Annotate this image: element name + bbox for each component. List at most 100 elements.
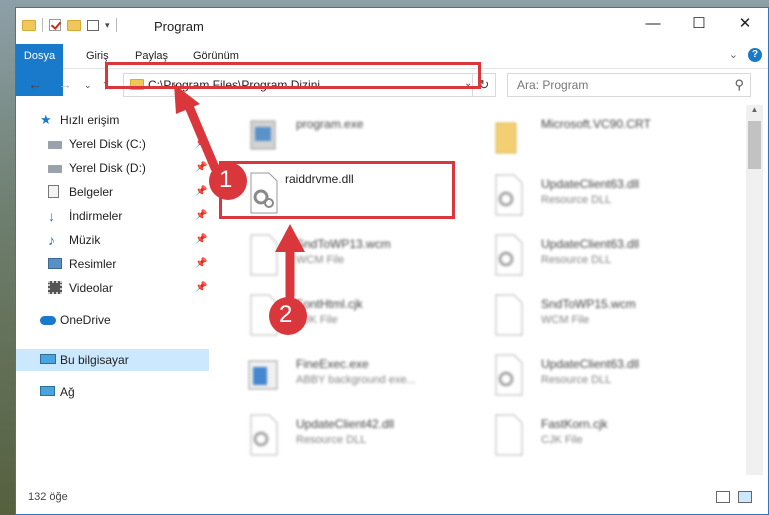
- sidebar-item-quick-access[interactable]: ★ Hızlı erişim: [16, 109, 209, 131]
- folder-icon: [22, 19, 36, 31]
- exe-file-icon: [248, 360, 278, 390]
- dll-file-icon: [495, 234, 523, 276]
- file-name: Microsoft.VC90.CRT: [541, 117, 651, 131]
- file-icon: [495, 414, 523, 456]
- file-name: UpdateClient63.dll: [541, 237, 640, 251]
- folder-icon: [495, 122, 517, 154]
- download-icon: ↓: [48, 208, 55, 224]
- pin-icon[interactable]: 📌: [195, 181, 207, 203]
- search-input[interactable]: Ara: Program ⚲: [507, 73, 751, 97]
- list-item[interactable]: UpdateClient63.dll Resource DLL: [466, 349, 696, 401]
- pin-icon[interactable]: 📌: [195, 229, 207, 251]
- maximize-button[interactable]: ☐: [676, 8, 722, 38]
- list-item[interactable]: FontHtml.cjk CJK File: [221, 289, 451, 341]
- sidebar-item-network[interactable]: Ağ: [16, 381, 209, 403]
- list-item[interactable]: UpdateClient42.dll Resource DLL: [221, 409, 451, 461]
- sidebar-item-local-disk-c[interactable]: Yerel Disk (C:) 📌: [16, 133, 209, 155]
- list-item[interactable]: program.exe: [221, 109, 451, 161]
- address-highlight-box: [105, 62, 481, 89]
- file-name: FastKorn.cjk: [541, 417, 608, 431]
- large-icons-view-icon[interactable]: [738, 491, 752, 503]
- help-icon[interactable]: ?: [748, 48, 762, 62]
- customize-toolbar-chevron-icon[interactable]: ▾: [105, 20, 110, 31]
- file-type: Resource DLL: [541, 254, 612, 266]
- file-icon: [495, 294, 523, 336]
- search-icon[interactable]: ⚲: [734, 77, 744, 93]
- network-icon: [40, 386, 55, 396]
- file-name: UpdateClient42.dll: [296, 417, 395, 431]
- file-highlight-box: [219, 161, 455, 219]
- file-type: Resource DLL: [541, 374, 612, 386]
- sidebar-item-music[interactable]: ♪ Müzik 📌: [16, 229, 209, 251]
- cloud-icon: [40, 316, 56, 325]
- file-type: Resource DLL: [541, 194, 612, 206]
- scrollbar-thumb[interactable]: [748, 121, 761, 169]
- list-item[interactable]: Microsoft.VC90.CRT: [466, 109, 696, 161]
- sidebar-item-local-disk-d[interactable]: Yerel Disk (D:) 📌: [16, 157, 209, 179]
- chevron-down-icon[interactable]: ⌄: [729, 48, 738, 62]
- pictures-icon: [48, 258, 62, 269]
- window-title: Program: [154, 19, 204, 34]
- video-icon: [48, 281, 62, 294]
- pin-icon[interactable]: 📌: [195, 277, 207, 299]
- back-arrow-icon[interactable]: ←: [28, 76, 42, 92]
- pin-icon[interactable]: 📌: [195, 157, 207, 179]
- star-icon: ★: [40, 112, 52, 127]
- drive-icon: [48, 165, 62, 173]
- sidebar-item-downloads[interactable]: ↓ İndirmeler 📌: [16, 205, 209, 227]
- list-item[interactable]: UpdateClient63.dll Resource DLL: [466, 229, 696, 281]
- step-2-label: 2: [279, 301, 293, 328]
- computer-icon: [40, 354, 56, 364]
- navigation-pane: ★ Hızlı erişim Yerel Disk (C:) 📌 Yerel D…: [16, 105, 211, 475]
- file-type: WCM File: [541, 314, 590, 326]
- toolbar-divider: [115, 18, 117, 32]
- file-type: ABBY background exe...: [296, 374, 416, 386]
- quick-access-toolbar: ▾: [22, 18, 117, 32]
- recent-locations-chevron-icon[interactable]: ⌄: [84, 80, 92, 91]
- close-button[interactable]: ✕: [722, 8, 768, 38]
- properties-icon[interactable]: [87, 19, 99, 31]
- minimize-button[interactable]: —: [630, 8, 676, 38]
- pin-icon[interactable]: 📌: [195, 205, 207, 227]
- sidebar-item-onedrive[interactable]: OneDrive: [16, 309, 209, 331]
- forward-arrow-icon[interactable]: →: [58, 76, 72, 92]
- list-item[interactable]: SndToWP13.wcm WCM File: [221, 229, 451, 281]
- file-type: Resource DLL: [296, 434, 367, 446]
- details-view-icon[interactable]: [716, 491, 730, 503]
- dll-file-icon: [495, 174, 523, 216]
- file-name: UpdateClient63.dll: [541, 177, 640, 191]
- file-name: FineExec.exe: [296, 357, 369, 371]
- pin-icon[interactable]: 📌: [195, 253, 207, 275]
- pin-icon[interactable]: 📌: [195, 133, 207, 155]
- dll-file-icon: [495, 354, 523, 396]
- sidebar-item-this-pc[interactable]: Bu bilgisayar: [16, 349, 209, 371]
- sidebar-item-pictures[interactable]: Resimler 📌: [16, 253, 209, 275]
- list-item[interactable]: SndToWP15.wcm WCM File: [466, 289, 696, 341]
- sidebar-item-documents[interactable]: Belgeler 📌: [16, 181, 209, 203]
- list-item[interactable]: FastKorn.cjk CJK File: [466, 409, 696, 461]
- list-item[interactable]: UpdateClient63.dll Resource DLL: [466, 169, 696, 221]
- file-name: SndToWP15.wcm: [541, 297, 636, 311]
- item-count: 132 öğe: [28, 491, 68, 503]
- file-name: program.exe: [296, 117, 364, 131]
- document-icon: [48, 185, 59, 198]
- list-item[interactable]: FineExec.exe ABBY background exe...: [221, 349, 451, 401]
- properties-check-icon[interactable]: [49, 19, 61, 31]
- dll-file-icon: [250, 414, 278, 456]
- file-name: SndToWP13.wcm: [296, 237, 391, 251]
- step-1-label: 1: [219, 166, 233, 193]
- file-name: UpdateClient63.dll: [541, 357, 640, 371]
- file-icon: [250, 234, 278, 276]
- exe-file-icon: [250, 120, 276, 150]
- scroll-up-icon[interactable]: ▲: [746, 105, 763, 119]
- file-type: WCM File: [296, 254, 345, 266]
- vertical-scrollbar[interactable]: ▲: [746, 105, 763, 475]
- file-type: CJK File: [541, 434, 583, 446]
- music-icon: ♪: [48, 232, 55, 248]
- sidebar-item-videos[interactable]: Videolar 📌: [16, 277, 209, 299]
- new-folder-icon[interactable]: [67, 19, 81, 31]
- file-icon: [250, 294, 278, 336]
- file-name: FontHtml.cjk: [296, 297, 363, 311]
- title-bar: ▾ Program — ☐ ✕: [16, 8, 768, 44]
- status-bar: 132 öğe: [16, 483, 768, 511]
